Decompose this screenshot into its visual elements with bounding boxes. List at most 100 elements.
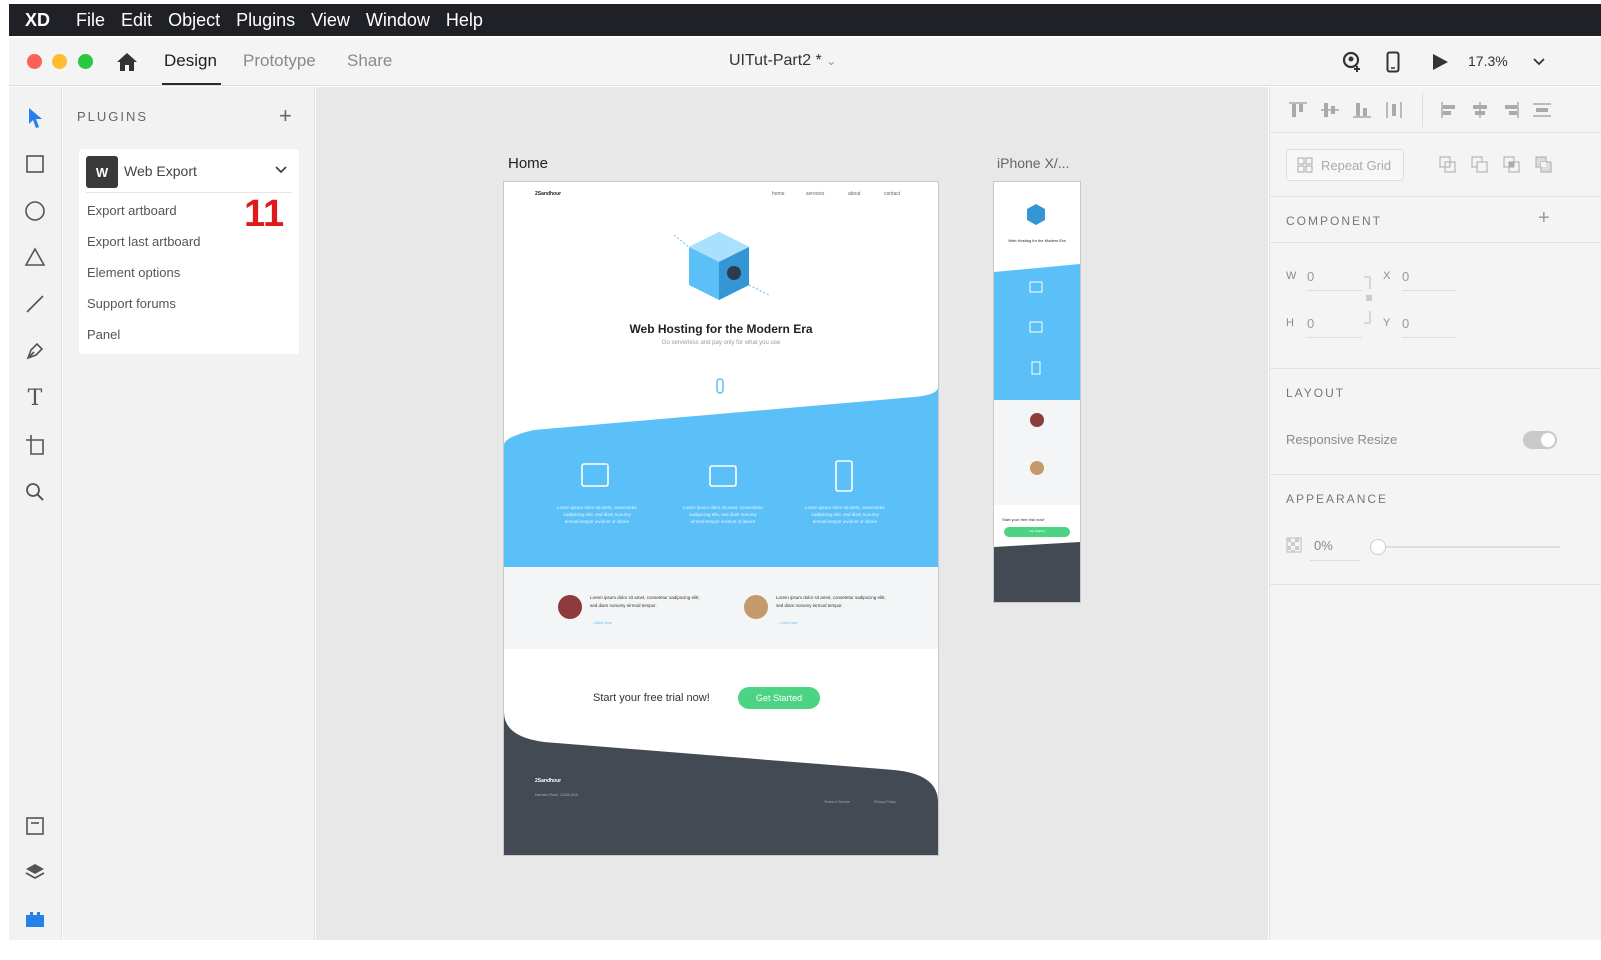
add-plugin-plus-icon[interactable]: + [279, 103, 292, 129]
nav-services: services [806, 191, 825, 197]
testimonial-link-2: - John Doe [778, 620, 798, 625]
minimize-window-button[interactable] [52, 54, 67, 69]
app-name[interactable]: XD [25, 10, 50, 31]
width-underline [1307, 290, 1362, 291]
distribute-vertical-icon[interactable] [1384, 101, 1404, 124]
opacity-value[interactable]: 0% [1314, 538, 1333, 553]
nav-home: home [772, 191, 785, 197]
boolean-exclude-icon[interactable] [1534, 155, 1554, 180]
boolean-subtract-icon[interactable] [1470, 155, 1490, 180]
plugins-panel-icon[interactable] [22, 906, 48, 932]
ellipse-tool-icon[interactable] [22, 198, 48, 224]
menu-help[interactable]: Help [446, 10, 483, 31]
align-center-icon[interactable] [1470, 101, 1490, 124]
height-value[interactable]: 0 [1307, 316, 1314, 331]
chevron-down-icon[interactable] [275, 162, 287, 177]
y-value[interactable]: 0 [1402, 316, 1409, 331]
artboard-home[interactable]: 2Sandhour home services about contact We… [504, 182, 938, 855]
appearance-section: APPEARANCE 0% [1270, 475, 1601, 585]
close-window-button[interactable] [27, 54, 42, 69]
plugins-panel: PLUGINS + W Web Export Export artboard E… [63, 87, 315, 940]
plugin-item-export-artboard[interactable]: Export artboard [87, 203, 177, 218]
zoom-level[interactable]: 17.3% [1468, 53, 1508, 69]
feature-text-2: Lorem ipsum dolor sit amet, consectetur … [682, 505, 764, 524]
x-underline [1402, 290, 1457, 291]
nav-contact: contact [884, 191, 901, 197]
plugin-badge-icon: W [86, 156, 118, 188]
artboard-tool-icon[interactable] [22, 432, 48, 458]
boolean-add-icon[interactable] [1438, 155, 1458, 180]
footer-brand: 2Sandhour [535, 778, 562, 784]
opacity-checker-icon [1286, 537, 1302, 558]
width-value[interactable]: 0 [1307, 269, 1314, 284]
boolean-intersect-icon[interactable] [1502, 155, 1522, 180]
y-label: Y [1383, 317, 1391, 329]
menu-file[interactable]: File [76, 10, 105, 31]
align-right-icon[interactable] [1500, 101, 1520, 124]
layers-panel-icon[interactable] [22, 859, 48, 885]
assets-panel-icon[interactable] [22, 813, 48, 839]
artboard-label-iphone[interactable]: iPhone X/... [997, 155, 1069, 171]
menu-edit[interactable]: Edit [121, 10, 152, 31]
plugin-item-element-options[interactable]: Element options [87, 265, 180, 280]
menu-bar: XD File Edit Object Plugins View Window … [9, 4, 1601, 36]
align-left-icon[interactable] [1440, 101, 1460, 124]
play-preview-icon[interactable] [1428, 50, 1452, 74]
layout-header: LAYOUT [1286, 386, 1346, 400]
device-preview-icon[interactable] [1381, 50, 1405, 74]
align-top-icon[interactable] [1288, 101, 1308, 124]
align-section [1270, 87, 1601, 133]
component-section: COMPONENT + [1270, 197, 1601, 243]
menu-plugins[interactable]: Plugins [236, 10, 295, 31]
tab-prototype[interactable]: Prototype [243, 51, 316, 71]
plugin-item-panel[interactable]: Panel [87, 327, 120, 342]
tab-share[interactable]: Share [347, 51, 392, 71]
height-underline [1307, 337, 1362, 338]
document-title[interactable]: UITut-Part2 * ⌄ [729, 52, 836, 70]
menu-object[interactable]: Object [168, 10, 220, 31]
lock-aspect-icon[interactable] [1362, 275, 1376, 330]
distribute-horizontal-icon[interactable] [1532, 101, 1552, 124]
artboard-label-home[interactable]: Home [508, 155, 548, 172]
mobile-cta-text: Start your free trial now! [1002, 517, 1045, 522]
x-label: X [1383, 270, 1391, 282]
line-tool-icon[interactable] [22, 291, 48, 317]
zoom-tool-icon[interactable] [22, 479, 48, 505]
plugin-card-web-export: W Web Export Export artboard Export last… [79, 149, 299, 354]
appearance-header: APPEARANCE [1286, 492, 1389, 506]
opacity-slider-track[interactable] [1370, 546, 1560, 548]
tab-design[interactable]: Design [164, 51, 217, 71]
select-tool-icon[interactable] [22, 105, 48, 131]
responsive-resize-toggle[interactable] [1523, 431, 1557, 449]
menu-view[interactable]: View [311, 10, 350, 31]
cta-text: Start your free trial now! [593, 692, 710, 704]
canvas[interactable]: Home iPhone X/... 2Sandhour home service… [316, 87, 1268, 940]
rectangle-tool-icon[interactable] [22, 151, 48, 177]
menu-window[interactable]: Window [366, 10, 430, 31]
footer-terms: Terms of Service [824, 800, 851, 804]
zoom-chevron-down-icon[interactable] [1527, 50, 1551, 74]
text-tool-icon[interactable]: T [22, 385, 48, 411]
component-header: COMPONENT [1286, 214, 1382, 228]
maximize-window-button[interactable] [78, 54, 93, 69]
repeat-grid-button[interactable]: Repeat Grid [1286, 149, 1404, 181]
add-component-plus-icon[interactable]: + [1538, 207, 1550, 230]
share-user-icon[interactable] [1340, 50, 1364, 74]
plugin-item-support-forums[interactable]: Support forums [87, 296, 176, 311]
pen-tool-icon[interactable] [22, 338, 48, 364]
footer-address: Hamster Place, 12345 USA [535, 793, 578, 797]
align-bottom-icon[interactable] [1352, 101, 1372, 124]
polygon-tool-icon[interactable] [22, 244, 48, 270]
testimonial-quote-2: Lorem ipsum dolor sit amet, consetetur s… [776, 595, 886, 608]
plugin-item-export-last-artboard[interactable]: Export last artboard [87, 234, 200, 249]
repeat-grid-label: Repeat Grid [1321, 157, 1392, 173]
chevron-down-icon: ⌄ [826, 54, 837, 68]
x-value[interactable]: 0 [1402, 269, 1409, 284]
plugins-header: PLUGINS [77, 109, 149, 124]
home-icon[interactable] [115, 50, 139, 74]
align-middle-icon[interactable] [1320, 101, 1340, 124]
opacity-slider-handle[interactable] [1370, 539, 1386, 555]
artboard-iphone[interactable]: Web Hosting for the Modern Era Start you… [994, 182, 1080, 602]
plugin-name[interactable]: Web Export [124, 163, 197, 179]
property-inspector: Repeat Grid COMPONENT + W 0 X 0 H 0 Y 0 … [1269, 87, 1601, 940]
